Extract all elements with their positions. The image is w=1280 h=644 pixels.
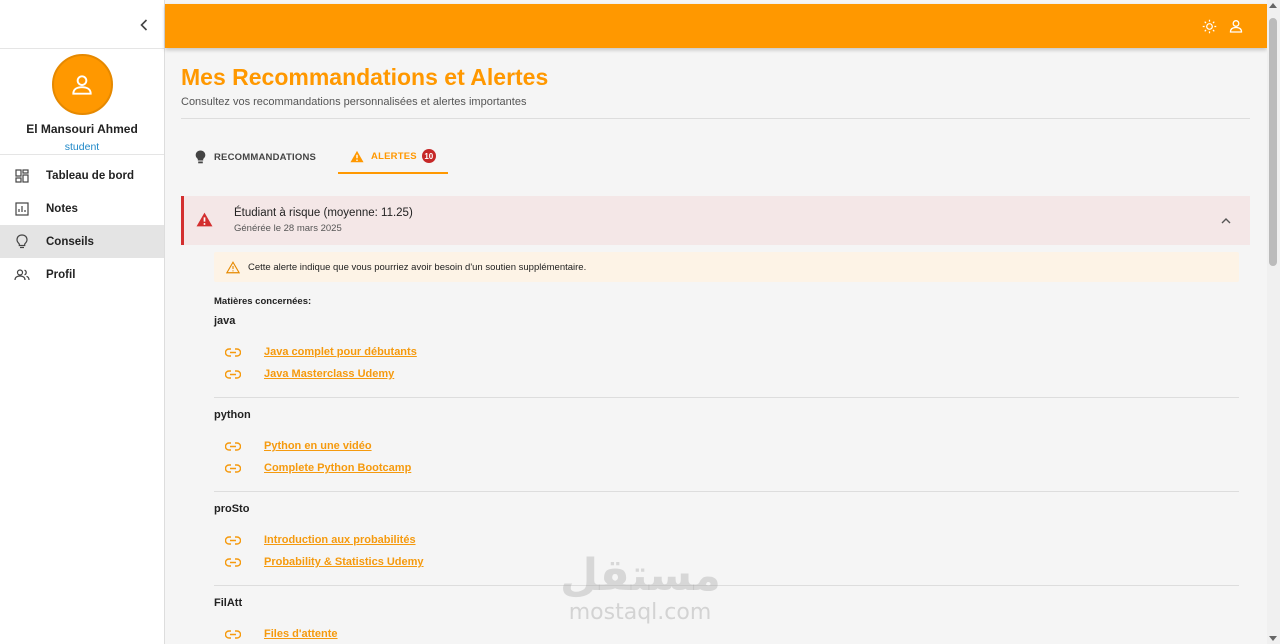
- link-icon: [225, 369, 241, 379]
- tab-alertes[interactable]: ALERTES 10: [338, 140, 448, 174]
- link-icon: [225, 557, 241, 567]
- chevron-left-icon[interactable]: [136, 16, 152, 34]
- warning-icon: [350, 149, 364, 163]
- resource-link[interactable]: Probability & Statistics Udemy: [225, 551, 1239, 573]
- user-icon: [72, 74, 92, 95]
- link-text[interactable]: Files d'attente: [264, 628, 338, 640]
- chart-icon: [14, 201, 30, 217]
- tab-recommandations[interactable]: RECOMMANDATIONS: [181, 140, 328, 174]
- divider: [214, 491, 1239, 492]
- sidebar-item-notes[interactable]: Notes: [0, 192, 164, 225]
- resource-link[interactable]: Introduction aux probabilités: [225, 529, 1239, 551]
- resource-link[interactable]: Java complet pour débutants: [225, 341, 1239, 363]
- lightbulb-icon: [14, 234, 30, 250]
- error-warning-icon: [196, 212, 214, 228]
- top-app-bar: [165, 4, 1267, 48]
- account-icon[interactable]: [1228, 18, 1244, 34]
- divider: [214, 397, 1239, 398]
- resource-link[interactable]: Java Masterclass Udemy: [225, 363, 1239, 385]
- alert-date: Générée le 28 mars 2025: [234, 223, 342, 234]
- sidebar-item-label: Notes: [46, 202, 78, 215]
- lightbulb-icon: [193, 150, 207, 164]
- warning-text: Cette alerte indique que vous pourriez a…: [248, 261, 587, 273]
- sidebar-item-conseils[interactable]: Conseils: [0, 225, 164, 258]
- main-content: Mes Recommandations et Alertes Consultez…: [165, 48, 1267, 644]
- resource-link[interactable]: Complete Python Bootcamp: [225, 457, 1239, 479]
- sidebar-item-tableau-de-bord[interactable]: Tableau de bord: [0, 159, 164, 192]
- link-text[interactable]: Probability & Statistics Udemy: [264, 556, 424, 568]
- sidebar-item-label: Profil: [46, 268, 76, 281]
- avatar[interactable]: [51, 54, 113, 115]
- link-text[interactable]: Introduction aux probabilités: [264, 534, 416, 546]
- tab-label: ALERTES: [371, 150, 417, 162]
- subject-filatt: FilAtt Files d'attente: [214, 597, 1239, 644]
- link-text[interactable]: Complete Python Bootcamp: [264, 462, 411, 474]
- scroll-thumb[interactable]: [1269, 18, 1277, 266]
- divider: [181, 118, 1250, 119]
- link-text[interactable]: Java complet pour débutants: [264, 346, 417, 358]
- dashboard-icon: [14, 168, 30, 184]
- alert-count-badge: 10: [421, 149, 436, 163]
- page-subtitle: Consultez vos recommandations personnali…: [181, 96, 527, 108]
- sidebar: El Mansouri Ahmed student Tableau de bor…: [0, 0, 165, 644]
- sidebar-header: [0, 0, 164, 49]
- link-icon: [225, 535, 241, 545]
- chevron-up-icon[interactable]: [1220, 214, 1232, 226]
- subjects-label: Matières concernées:: [214, 296, 312, 307]
- user-role: student: [64, 141, 100, 153]
- subject-name: python: [214, 409, 251, 421]
- sidebar-nav: Tableau de bord Notes Conseils Profil: [0, 159, 164, 291]
- sun-icon[interactable]: [1201, 18, 1217, 34]
- alert-title: Étudiant à risque (moyenne: 11.25): [234, 207, 413, 219]
- alert-panel-header[interactable]: Étudiant à risque (moyenne: 11.25) Génér…: [181, 196, 1250, 245]
- scroll-down-arrow-icon[interactable]: [1269, 636, 1277, 641]
- tab-label: RECOMMANDATIONS: [214, 151, 317, 163]
- page-title: Mes Recommandations et Alertes: [181, 64, 549, 90]
- scroll-up-arrow-icon[interactable]: [1269, 3, 1277, 8]
- sidebar-item-label: Tableau de bord: [46, 169, 134, 182]
- subject-prosto: proSto Introduction aux probabilités Pro…: [214, 503, 1239, 586]
- resource-link[interactable]: Python en une vidéo: [225, 435, 1239, 457]
- subject-python: python Python en une vidéo Complete Pyth…: [214, 409, 1239, 492]
- link-text[interactable]: Python en une vidéo: [264, 440, 372, 452]
- subject-java: java Java complet pour débutants Java Ma…: [214, 315, 1239, 398]
- user-name: El Mansouri Ahmed: [26, 122, 138, 136]
- warning-message: Cette alerte indique que vous pourriez a…: [214, 252, 1239, 282]
- sidebar-item-label: Conseils: [46, 235, 94, 248]
- subject-name: FilAtt: [214, 597, 243, 609]
- tab-bar: RECOMMANDATIONS ALERTES 10: [181, 140, 448, 175]
- page-scrollbar[interactable]: [1267, 0, 1280, 644]
- user-profile: El Mansouri Ahmed student: [0, 49, 164, 155]
- resource-link[interactable]: Files d'attente: [225, 623, 1239, 644]
- link-icon: [225, 629, 241, 639]
- sidebar-item-profil[interactable]: Profil: [0, 258, 164, 291]
- warning-outline-icon: [226, 260, 240, 274]
- link-icon: [225, 347, 241, 357]
- link-text[interactable]: Java Masterclass Udemy: [264, 368, 394, 380]
- link-icon: [225, 441, 241, 451]
- subject-name: proSto: [214, 503, 250, 515]
- people-icon: [14, 267, 30, 283]
- divider: [214, 585, 1239, 586]
- subject-name: java: [214, 315, 236, 327]
- link-icon: [225, 463, 241, 473]
